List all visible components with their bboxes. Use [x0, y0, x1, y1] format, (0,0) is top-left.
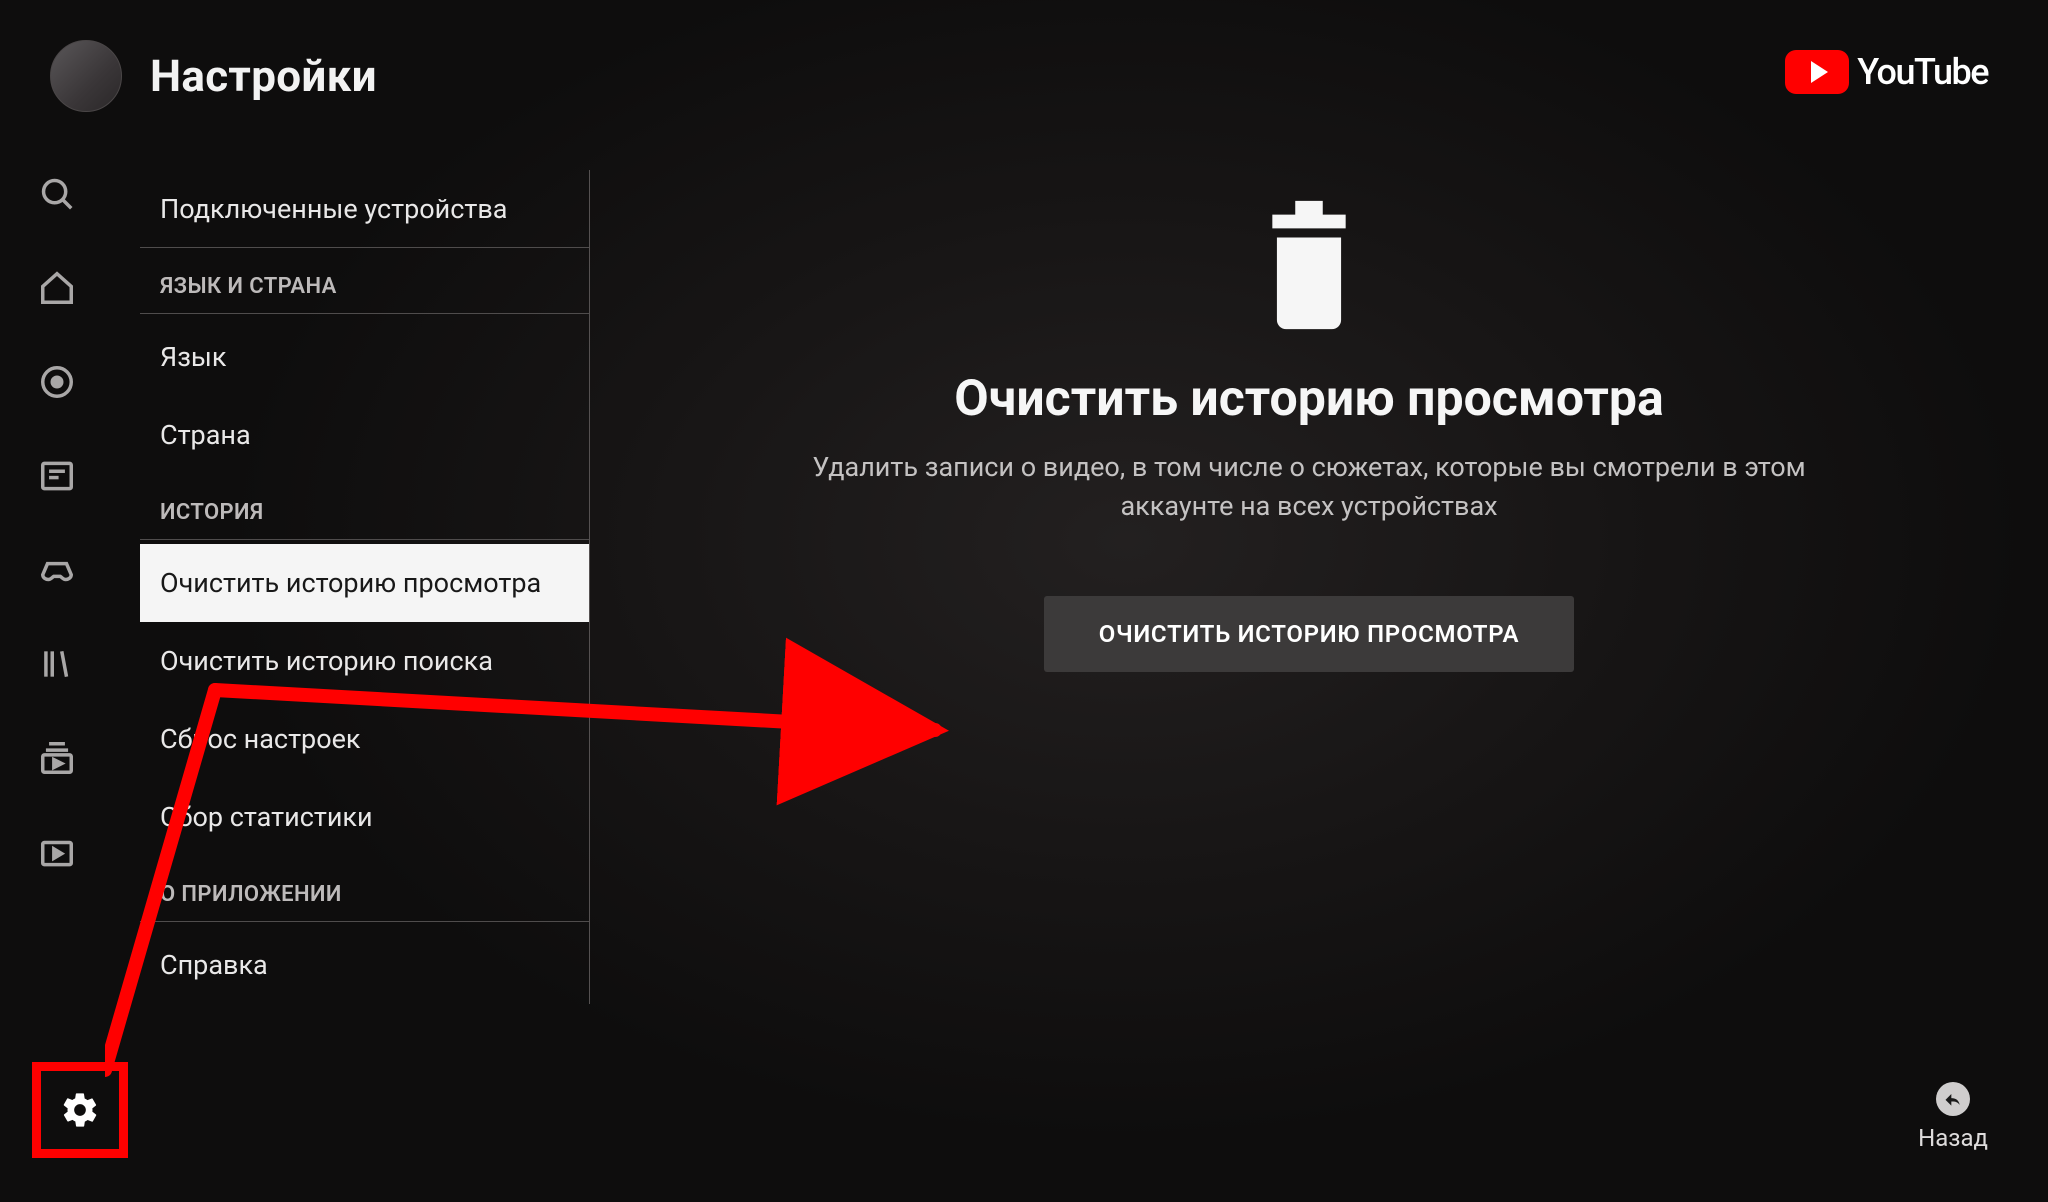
sidebar-item-label: Подключенные устройства: [160, 193, 507, 225]
sidebar-item-stats-collection[interactable]: Сбор статистики: [140, 778, 589, 856]
sidebar-item-label: Сброс настроек: [160, 723, 361, 755]
button-label: ОЧИСТИТЬ ИСТОРИЮ ПРОСМОТРА: [1099, 620, 1519, 648]
sidebar-item-language[interactable]: Язык: [140, 318, 589, 396]
sidebar-item-label: Очистить историю просмотра: [160, 567, 541, 599]
main-title: Очистить историю просмотра: [600, 370, 2018, 428]
news-icon[interactable]: [38, 457, 76, 495]
main-content: Очистить историю просмотра Удалить запис…: [600, 200, 2018, 672]
sidebar-item-clear-watch-history[interactable]: Очистить историю просмотра: [140, 544, 589, 622]
back-control[interactable]: Назад: [1918, 1082, 1988, 1152]
nav-rail: [38, 175, 76, 871]
sidebar-item-clear-search-history[interactable]: Очистить историю поиска: [140, 622, 589, 700]
sidebar-item-country[interactable]: Страна: [140, 396, 589, 474]
gaming-icon[interactable]: [38, 551, 76, 589]
library-icon[interactable]: [38, 645, 76, 683]
page-title: Настройки: [150, 50, 377, 102]
header: Настройки: [50, 40, 377, 112]
avatar[interactable]: [50, 40, 122, 112]
search-icon[interactable]: [38, 175, 76, 213]
trash-icon: [1254, 200, 1364, 330]
sidebar-item-connected-devices[interactable]: Подключенные устройства: [140, 170, 589, 248]
gear-icon: [60, 1090, 100, 1130]
section-header-history: ИСТОРИЯ: [140, 474, 589, 540]
sidebar-item-reset-settings[interactable]: Сброс настроек: [140, 700, 589, 778]
sidebar-item-label: Страна: [160, 419, 251, 451]
youtube-wordmark: YouTube: [1857, 51, 1988, 93]
back-label: Назад: [1918, 1124, 1988, 1152]
sidebar-item-label: Сбор статистики: [160, 801, 373, 833]
originals-icon[interactable]: [38, 363, 76, 401]
watch-later-icon[interactable]: [38, 833, 76, 871]
back-icon: [1936, 1082, 1970, 1116]
home-icon[interactable]: [38, 269, 76, 307]
section-header-about-app: О ПРИЛОЖЕНИИ: [140, 856, 589, 922]
subscriptions-icon[interactable]: [38, 739, 76, 777]
main-description: Удалить записи о видео, в том числе о сю…: [759, 448, 1859, 526]
settings-list: Подключенные устройства ЯЗЫК И СТРАНА Яз…: [140, 170, 590, 1004]
sidebar-item-help[interactable]: Справка: [140, 926, 589, 1004]
youtube-logo: YouTube: [1785, 50, 1988, 94]
sidebar-item-label: Очистить историю поиска: [160, 645, 493, 677]
section-header-language-country: ЯЗЫК И СТРАНА: [140, 248, 589, 314]
clear-history-button[interactable]: ОЧИСТИТЬ ИСТОРИЮ ПРОСМОТРА: [1044, 596, 1574, 672]
youtube-play-icon: [1785, 50, 1849, 94]
settings-gear-highlight[interactable]: [32, 1062, 128, 1158]
sidebar-item-label: Язык: [160, 341, 226, 373]
sidebar-item-label: Справка: [160, 949, 268, 981]
